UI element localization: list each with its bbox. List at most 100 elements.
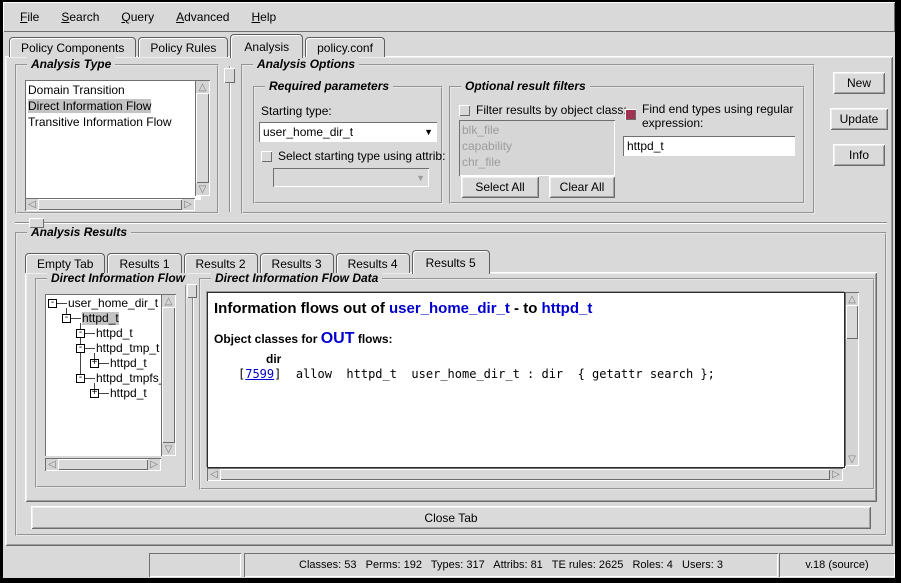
tree-connector	[71, 318, 81, 319]
data-hscrollbar[interactable]: ◁ ▷	[207, 468, 843, 481]
scrollbar-thumb[interactable]	[38, 199, 182, 210]
clear-all-button[interactable]: Clear All	[549, 176, 615, 198]
tree-expand-toggle[interactable]: -	[62, 314, 71, 323]
tree-connector	[85, 333, 95, 334]
sash-handle[interactable]	[29, 218, 44, 228]
regex-checkbox-label: Find end types using regular expression:	[642, 102, 804, 130]
data-vscrollbar[interactable]: △ ▽	[845, 292, 859, 466]
tree-connector	[99, 363, 109, 364]
scroll-right-icon[interactable]: ▷	[182, 199, 194, 210]
object-class-checkbox-label: Filter results by object class:	[476, 103, 627, 117]
menu-advanced[interactable]: Advanced	[171, 8, 234, 26]
tree-node-label[interactable]: httpd_tmp_t	[96, 342, 159, 355]
menu-query[interactable]: Query	[116, 8, 159, 26]
flow-tree[interactable]: - - - - + - + user_home_dir_t httpd_t ht…	[45, 294, 161, 456]
scroll-down-icon[interactable]: ▽	[846, 453, 858, 465]
rule-number-link[interactable]: 7599	[245, 367, 274, 381]
scrollbar-thumb[interactable]	[58, 459, 148, 470]
menu-bar: File Search Query Advanced Help	[3, 2, 895, 32]
scroll-left-icon[interactable]: ◁	[26, 199, 38, 210]
analysis-type-vscrollbar[interactable]: △ ▽	[195, 80, 210, 196]
flow-direction: OUT	[321, 330, 355, 347]
tree-hscrollbar[interactable]: ◁ ▷	[45, 458, 161, 471]
scroll-up-icon[interactable]: △	[196, 81, 209, 93]
new-button[interactable]: New	[833, 72, 885, 94]
tree-expand-toggle[interactable]: -	[76, 344, 85, 353]
tree-node-label-selected[interactable]: httpd_t	[82, 312, 119, 325]
tab-results-2[interactable]: Results 2	[184, 253, 258, 273]
analysis-type-title: Analysis Type	[27, 57, 115, 71]
select-all-button[interactable]: Select All	[461, 176, 539, 198]
list-item: capability	[462, 138, 612, 154]
close-tab-button[interactable]: Close Tab	[31, 506, 871, 529]
tree-expand-toggle[interactable]: -	[76, 329, 85, 338]
tab-results-4[interactable]: Results 4	[336, 253, 410, 273]
tree-connector	[99, 393, 109, 394]
sash-handle[interactable]	[187, 284, 197, 298]
tree-expand-toggle[interactable]: +	[90, 359, 99, 368]
scrollbar-thumb[interactable]	[196, 93, 209, 183]
list-item: chr_file	[462, 154, 612, 170]
menu-file[interactable]: File	[15, 8, 44, 26]
results-tab-bar: Empty Tab Results 1 Results 2 Results 3 …	[25, 250, 492, 273]
status-version: v.18 (source)	[779, 553, 895, 577]
flow-heading: Information flows out of user_home_dir_t…	[208, 293, 844, 317]
scroll-down-icon[interactable]: ▽	[196, 183, 209, 195]
scrollbar-trough[interactable]	[846, 339, 858, 453]
object-classes-heading: Object classes for OUT flows:	[208, 317, 844, 348]
analysis-type-listbox[interactable]: Domain Transition Direct Information Flo…	[25, 80, 201, 200]
pane-divider	[15, 222, 887, 223]
target-type: httpd_t	[542, 300, 593, 317]
tree-expand-toggle[interactable]: -	[76, 374, 85, 383]
scroll-up-icon[interactable]: △	[162, 295, 175, 307]
tab-analysis[interactable]: Analysis	[230, 34, 303, 58]
tab-policy-rules[interactable]: Policy Rules	[138, 37, 228, 57]
tree-vscrollbar[interactable]: △ ▽	[161, 294, 176, 456]
scrollbar-thumb[interactable]	[220, 469, 830, 480]
rule-line: [7599] allow httpd_t user_home_dir_t : d…	[208, 366, 844, 381]
tab-results-1[interactable]: Results 1	[107, 253, 181, 273]
tab-results-5[interactable]: Results 5	[412, 250, 490, 274]
tree-node-label[interactable]: user_home_dir_t	[68, 297, 158, 310]
update-button[interactable]: Update	[830, 108, 888, 130]
flow-data-textarea[interactable]: Information flows out of user_home_dir_t…	[207, 292, 845, 468]
regex-checkbox[interactable]	[625, 109, 636, 120]
starting-type-combobox[interactable]: user_home_dir_t ▼	[259, 122, 437, 142]
tree-node-label[interactable]: httpd_t	[110, 357, 147, 370]
tab-empty[interactable]: Empty Tab	[25, 253, 105, 273]
scroll-left-icon[interactable]: ◁	[208, 469, 220, 480]
scroll-left-icon[interactable]: ◁	[46, 459, 58, 470]
scroll-right-icon[interactable]: ▷	[830, 469, 842, 480]
tree-connector	[57, 303, 67, 304]
scrollbar-thumb[interactable]	[846, 305, 858, 339]
tree-expand-toggle[interactable]: +	[90, 389, 99, 398]
list-item: Domain Transition	[28, 82, 198, 98]
sash-handle[interactable]	[224, 68, 235, 83]
menu-search[interactable]: Search	[56, 8, 104, 26]
starting-type-label: Starting type:	[261, 104, 332, 118]
regex-input[interactable]	[623, 136, 795, 156]
list-item: blk_file	[462, 122, 612, 138]
info-button[interactable]: Info	[833, 144, 885, 166]
tab-policy-conf[interactable]: policy.conf	[305, 37, 385, 57]
tree-node-label[interactable]: httpd_t	[110, 387, 147, 400]
tab-policy-components[interactable]: Policy Components	[9, 37, 136, 57]
menu-help[interactable]: Help	[246, 8, 281, 26]
object-class-checkbox[interactable]	[459, 105, 470, 116]
scrollbar-thumb[interactable]	[162, 307, 175, 443]
tab-results-3[interactable]: Results 3	[260, 253, 334, 273]
dropdown-arrow-icon[interactable]: ▼	[422, 127, 435, 137]
app-window: File Search Query Advanced Help Policy C…	[0, 0, 901, 583]
scroll-down-icon[interactable]: ▽	[162, 443, 175, 455]
pane-divider	[229, 66, 230, 212]
tree-expand-toggle[interactable]: -	[48, 299, 57, 308]
dropdown-arrow-icon: ▼	[414, 173, 427, 183]
scroll-right-icon[interactable]: ▷	[148, 459, 160, 470]
tree-node-label[interactable]: httpd_tmpfs_t	[96, 372, 161, 385]
attrib-checkbox[interactable]	[261, 151, 272, 162]
flow-data-title: Direct Information Flow Data	[211, 271, 382, 285]
analysis-type-hscrollbar[interactable]: ◁ ▷	[25, 198, 195, 211]
source-type: user_home_dir_t	[389, 300, 510, 317]
scroll-up-icon[interactable]: △	[846, 293, 858, 305]
tree-node-label[interactable]: httpd_t	[96, 327, 133, 340]
